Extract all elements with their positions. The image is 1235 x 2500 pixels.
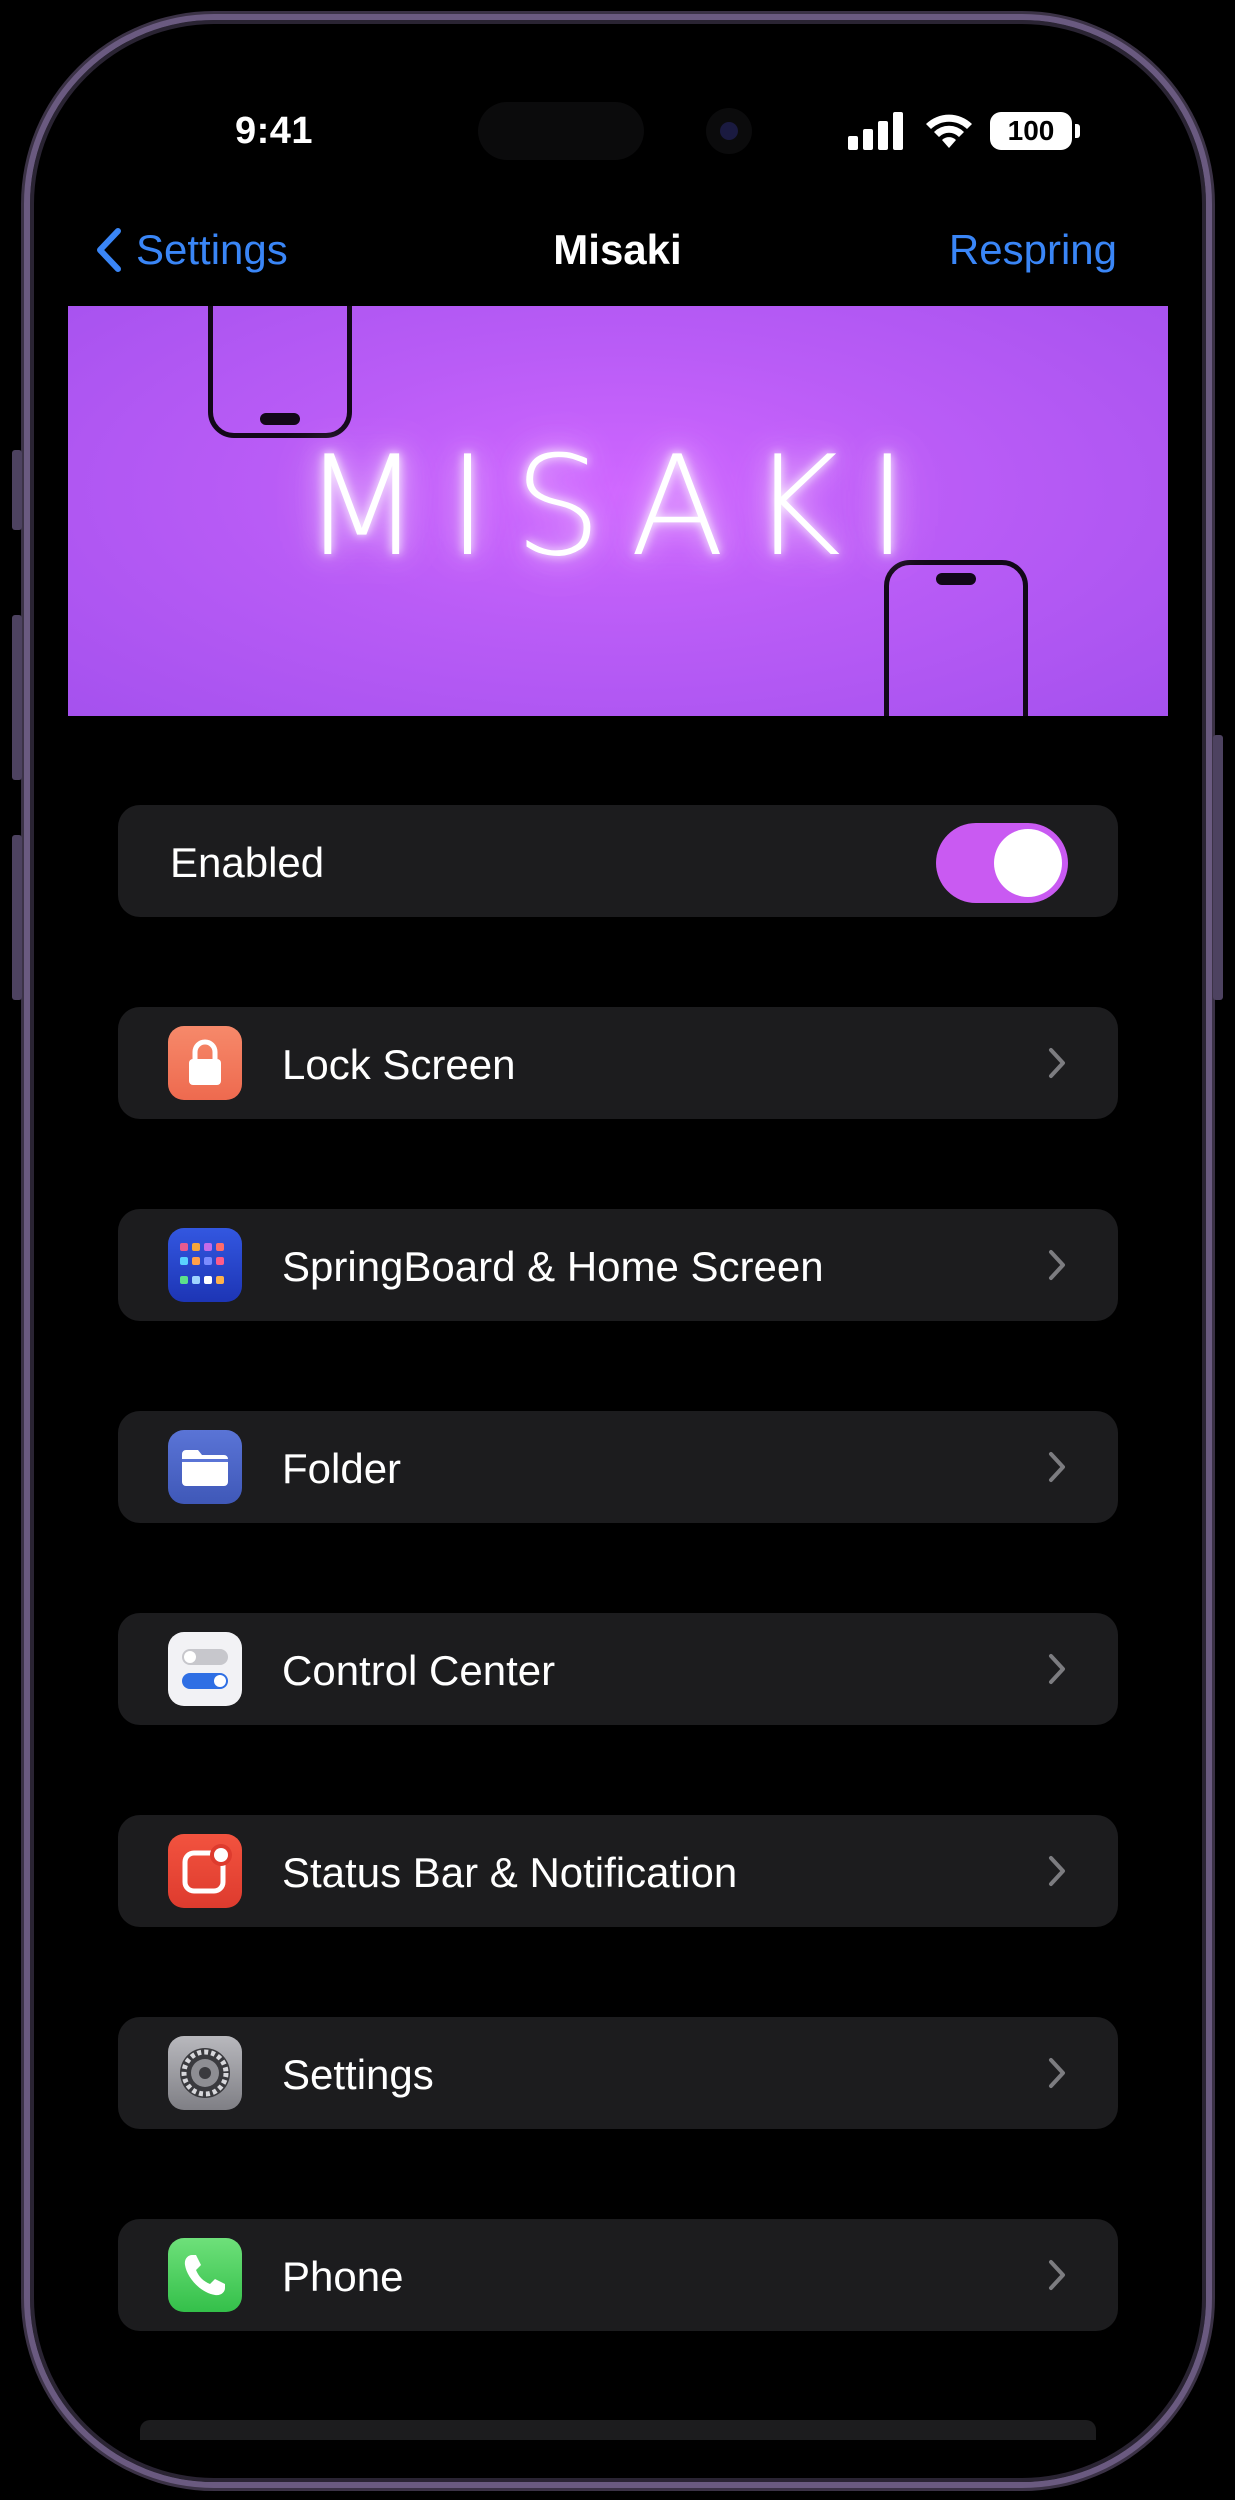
status-bar: 9:41 100 bbox=[0, 100, 1235, 160]
volume-down-button bbox=[12, 835, 22, 1000]
chevron-right-icon bbox=[1049, 1654, 1065, 1684]
menu-item-label: Folder bbox=[282, 1445, 402, 1492]
power-button bbox=[1213, 735, 1223, 1000]
menu-item-label: Lock Screen bbox=[282, 1041, 516, 1088]
gear-icon bbox=[168, 2036, 242, 2110]
chevron-right-icon bbox=[1049, 1452, 1065, 1482]
menu-item-control-center[interactable]: Control Center bbox=[118, 1613, 1118, 1725]
menu-item-label: Settings bbox=[282, 2051, 434, 2098]
menu-item-lock-screen[interactable]: Lock Screen bbox=[118, 1007, 1118, 1119]
menu-item-folder[interactable]: Folder bbox=[118, 1411, 1118, 1523]
dynamic-island bbox=[478, 102, 644, 160]
banner-logo-text: MISAKI bbox=[302, 426, 934, 587]
menu-item-status-bar-notification[interactable]: Status Bar & Notification bbox=[118, 1815, 1118, 1927]
battery-indicator: 100 bbox=[990, 112, 1080, 150]
cellular-signal-icon bbox=[848, 112, 903, 150]
chevron-right-icon bbox=[1049, 1856, 1065, 1886]
phone-icon bbox=[168, 2238, 242, 2312]
chevron-right-icon bbox=[1049, 2260, 1065, 2290]
enabled-toggle[interactable] bbox=[936, 823, 1068, 903]
enabled-row: Enabled bbox=[118, 805, 1118, 917]
home-grid-icon bbox=[168, 1228, 242, 1302]
menu-item-phone[interactable]: Phone bbox=[118, 2219, 1118, 2331]
notification-icon bbox=[168, 1834, 242, 1908]
enabled-label: Enabled bbox=[170, 839, 325, 886]
chevron-right-icon bbox=[1049, 2058, 1065, 2088]
volume-up-button bbox=[12, 615, 22, 780]
menu-item-settings[interactable]: Settings bbox=[118, 2017, 1118, 2129]
status-time: 9:41 bbox=[235, 110, 314, 152]
menu-item-label: Control Center bbox=[282, 1647, 556, 1694]
wifi-icon bbox=[926, 114, 972, 148]
front-camera bbox=[706, 108, 752, 154]
next-row-edge bbox=[140, 2420, 1096, 2440]
menu-item-label: SpringBoard & Home Screen bbox=[282, 1243, 824, 1290]
banner-phone-illustration-top bbox=[208, 306, 352, 438]
menu-item-label: Phone bbox=[282, 2253, 404, 2300]
lock-icon bbox=[168, 1026, 242, 1100]
chevron-right-icon bbox=[1049, 1048, 1065, 1078]
respring-button[interactable]: Respring bbox=[949, 226, 1117, 274]
menu-item-springboard[interactable]: SpringBoard & Home Screen bbox=[118, 1209, 1118, 1321]
navigation-bar: Settings Misaki Respring bbox=[0, 220, 1235, 290]
header-banner: MISAKI bbox=[68, 306, 1168, 716]
toggles-icon bbox=[168, 1632, 242, 1706]
folder-icon bbox=[168, 1430, 242, 1504]
menu-item-label: Status Bar & Notification bbox=[282, 1849, 738, 1896]
chevron-right-icon bbox=[1049, 1250, 1065, 1280]
action-button bbox=[12, 450, 22, 530]
